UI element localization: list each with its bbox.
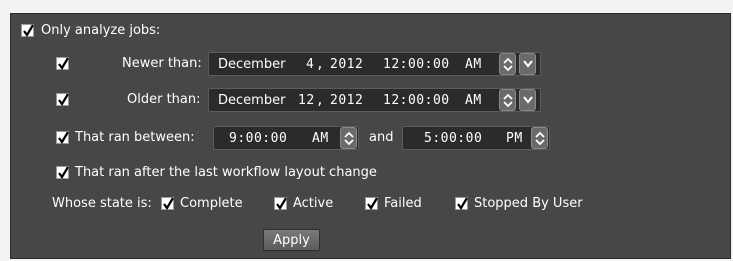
check-icon — [58, 93, 69, 106]
older-ampm[interactable]: AM — [465, 93, 482, 108]
check-icon — [367, 197, 378, 210]
older-than-datetime-field[interactable]: December 12 , 2012 12:00:00 AM — [208, 88, 541, 112]
older-than-label: Older than: — [127, 92, 201, 107]
check-icon — [163, 197, 174, 210]
older-year[interactable]: 2012 — [330, 93, 363, 108]
state-active-label: Active — [293, 196, 334, 211]
newer-ampm[interactable]: AM — [465, 57, 482, 72]
and-label: and — [369, 130, 394, 145]
newer-day[interactable]: 4 — [306, 57, 314, 72]
older-day[interactable]: 12 — [298, 93, 315, 108]
state-stopped-by-user-label: Stopped By User — [474, 196, 583, 211]
start-time-field[interactable]: 9:00:00 AM — [213, 126, 359, 150]
end-time-spinner[interactable] — [531, 127, 548, 149]
check-icon — [23, 24, 34, 37]
check-icon — [58, 166, 69, 179]
start-time-spinner[interactable] — [340, 127, 357, 149]
newer-month[interactable]: December — [218, 57, 285, 72]
apply-button[interactable]: Apply — [263, 229, 320, 251]
check-icon — [457, 197, 468, 210]
chevron-down-icon — [523, 96, 533, 104]
check-icon — [58, 57, 69, 70]
check-icon — [276, 197, 287, 210]
job-filter-panel: Only analyze jobs: Newer than: December … — [10, 13, 731, 259]
start-time[interactable]: 9:00:00 — [229, 131, 287, 146]
start-ampm[interactable]: AM — [312, 131, 329, 146]
state-failed-label: Failed — [384, 196, 422, 211]
state-complete-checkbox[interactable] — [161, 197, 174, 210]
chevron-down-icon — [523, 60, 533, 68]
after-layout-change-label: That ran after the last workflow layout … — [75, 165, 377, 180]
only-analyze-checkbox[interactable] — [21, 24, 34, 37]
spinner-icon — [503, 57, 513, 72]
newer-dropdown-button[interactable] — [519, 53, 536, 75]
newer-than-datetime-field[interactable]: December 4 , 2012 12:00:00 AM — [208, 52, 541, 76]
newer-spinner[interactable] — [499, 53, 516, 75]
newer-than-checkbox[interactable] — [56, 57, 69, 70]
newer-year[interactable]: 2012 — [330, 57, 363, 72]
state-label: Whose state is: — [52, 196, 152, 211]
older-dropdown-button[interactable] — [519, 89, 536, 111]
state-complete-label: Complete — [180, 196, 243, 211]
state-failed-checkbox[interactable] — [365, 197, 378, 210]
spinner-icon — [535, 131, 545, 146]
end-ampm[interactable]: PM — [506, 131, 523, 146]
date-separator: , — [316, 57, 325, 72]
older-time[interactable]: 12:00:00 — [383, 93, 450, 108]
check-icon — [58, 131, 69, 144]
older-than-checkbox[interactable] — [56, 93, 69, 106]
older-month[interactable]: December — [218, 93, 285, 108]
ran-between-label: That ran between: — [75, 130, 195, 145]
after-layout-change-checkbox[interactable] — [56, 166, 69, 179]
older-spinner[interactable] — [499, 89, 516, 111]
end-time-field[interactable]: 5:00:00 PM — [402, 126, 550, 150]
state-stopped-by-user-checkbox[interactable] — [455, 197, 468, 210]
date-separator: , — [316, 93, 325, 108]
only-analyze-label: Only analyze jobs: — [41, 23, 161, 38]
newer-time[interactable]: 12:00:00 — [383, 57, 450, 72]
spinner-icon — [503, 93, 513, 108]
spinner-icon — [344, 131, 354, 146]
ran-between-checkbox[interactable] — [56, 131, 69, 144]
end-time[interactable]: 5:00:00 — [424, 131, 482, 146]
state-active-checkbox[interactable] — [274, 197, 287, 210]
newer-than-label: Newer than: — [122, 56, 202, 71]
